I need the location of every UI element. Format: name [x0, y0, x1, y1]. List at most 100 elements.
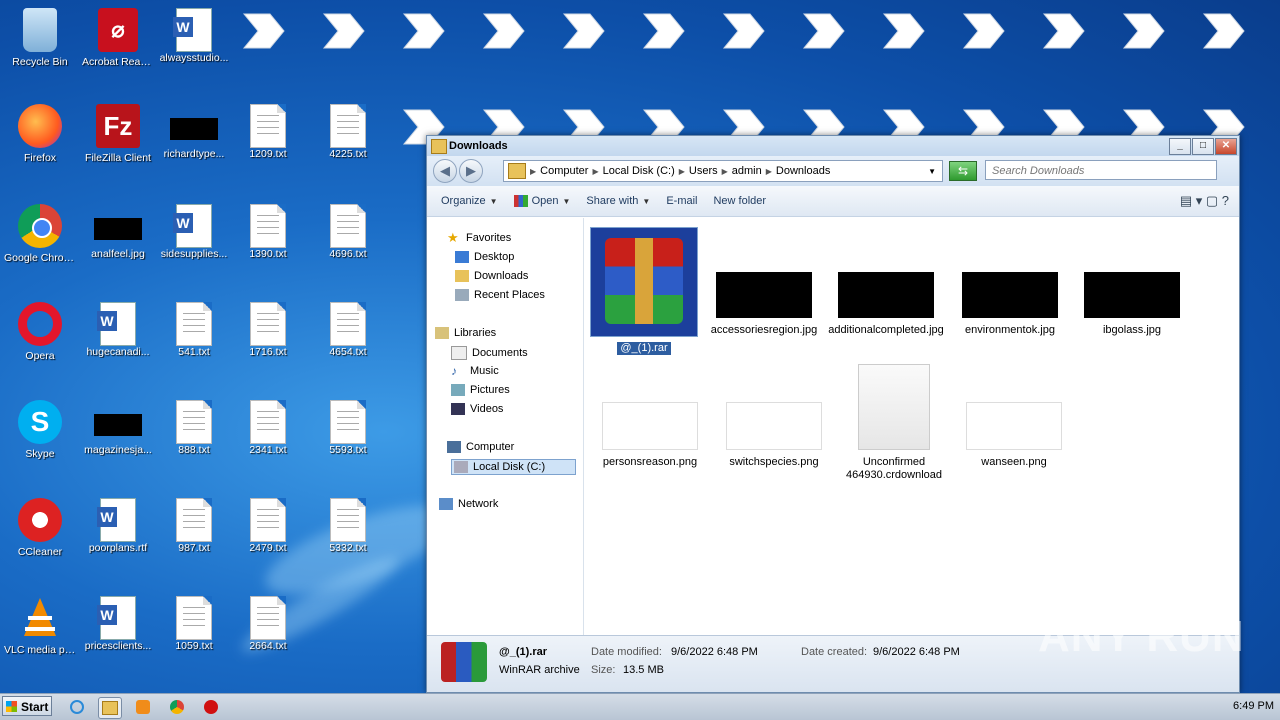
desktop-icon-txt[interactable]: 2341.txt	[232, 400, 304, 456]
image-thumbnail-icon	[94, 218, 142, 240]
search-input[interactable]: Search Downloads	[985, 160, 1217, 180]
detail-filename: @_(1).rar	[499, 646, 548, 658]
file-item[interactable]: accessoriesregion.jpg	[705, 272, 823, 337]
desktop-icon-doc[interactable]: Walwaysstudio...	[158, 8, 230, 64]
breadcrumb-local-disk[interactable]: Local Disk (C:)	[599, 165, 679, 177]
file-item[interactable]: Unconfirmed 464930.crdownload	[835, 364, 953, 482]
share-with-button[interactable]: Share with ▼	[578, 190, 658, 212]
file-item[interactable]: wanseen.png	[955, 402, 1073, 469]
chevron-down-icon[interactable]: ▼	[928, 167, 936, 176]
start-button[interactable]: Start	[2, 696, 52, 716]
desktop-icon-txt[interactable]: 888.txt	[158, 400, 230, 456]
desktop-icon-black[interactable]: analfeel.jpg	[82, 204, 154, 260]
desktop-icon-doc[interactable]: Wpoorplans.rtf	[82, 498, 154, 554]
nav-documents[interactable]: Documents	[451, 346, 528, 360]
glitch-arrow-icon	[880, 12, 928, 50]
refresh-button[interactable]: ⇆	[949, 161, 977, 181]
chrome-taskbar-icon[interactable]	[166, 697, 188, 717]
file-item[interactable]: switchspecies.png	[715, 402, 833, 469]
nav-network[interactable]: Network	[439, 498, 498, 510]
desktop-icon-txt[interactable]: 5332.txt	[312, 498, 384, 554]
desktop-icon-vlc[interactable]: VLC media player	[4, 596, 76, 656]
nav-favorites[interactable]: ★ Favorites	[447, 231, 511, 244]
detail-size: 13.5 MB	[623, 664, 664, 676]
breadcrumb-users[interactable]: Users	[685, 165, 722, 177]
desktop-icon-txt[interactable]: 987.txt	[158, 498, 230, 554]
desktop-icon-txt[interactable]: 4654.txt	[312, 302, 384, 358]
nav-local-disk[interactable]: Local Disk (C:)	[451, 459, 577, 475]
desktop-icon-filezilla[interactable]: Fz FileZilla Client	[82, 104, 154, 164]
desktop-icon-txt[interactable]: 4225.txt	[312, 104, 384, 160]
file-item[interactable]: ibgolass.jpg	[1073, 272, 1191, 337]
media-player-taskbar-icon[interactable]	[132, 697, 154, 717]
nav-downloads[interactable]: Downloads	[455, 270, 528, 282]
desktop-icon-ccleaner[interactable]: CCleaner	[4, 498, 76, 558]
desktop-icon-txt[interactable]: 2664.txt	[232, 596, 304, 652]
desktop-icon-skype[interactable]: S Skype	[4, 400, 76, 460]
new-folder-button[interactable]: New folder	[705, 190, 774, 212]
ie-taskbar-icon[interactable]	[66, 697, 88, 717]
desktop-icon-opera[interactable]: Opera	[4, 302, 76, 362]
back-button[interactable]: ◀	[433, 159, 457, 183]
desktop-icon-txt[interactable]: 5593.txt	[312, 400, 384, 456]
winrar-archive-icon	[441, 642, 487, 682]
nav-recent-places[interactable]: Recent Places	[455, 289, 545, 301]
breadcrumb-computer[interactable]: Computer	[536, 165, 592, 177]
email-button[interactable]: E-mail	[658, 190, 705, 212]
address-bar[interactable]: ▶ Computer ▶ Local Disk (C:) ▶ Users ▶ a…	[503, 160, 943, 182]
nav-computer[interactable]: Computer	[447, 441, 514, 453]
file-item[interactable]: environmentok.jpg	[951, 272, 1069, 337]
folder-icon	[508, 163, 526, 179]
blank-file-icon	[858, 364, 930, 450]
desktop-icon-chrome[interactable]: Google Chrome	[4, 204, 76, 264]
explorer-taskbar-icon[interactable]	[98, 697, 122, 719]
desktop-icon-txt[interactable]: 4696.txt	[312, 204, 384, 260]
close-button[interactable]: ✕	[1215, 138, 1237, 155]
text-file-icon	[250, 302, 286, 346]
nav-libraries[interactable]: Libraries	[435, 327, 496, 339]
open-button[interactable]: Open ▼	[506, 190, 579, 212]
maximize-button[interactable]: □	[1192, 138, 1214, 155]
organize-button[interactable]: Organize ▼	[433, 190, 506, 212]
word-document-icon: W	[97, 596, 136, 640]
title-bar[interactable]: Downloads _ □ ✕	[427, 136, 1239, 156]
nav-videos[interactable]: Videos	[451, 403, 503, 415]
file-name: ibgolass.jpg	[1102, 324, 1162, 336]
minimize-button[interactable]: _	[1169, 138, 1191, 155]
breadcrumb-admin[interactable]: admin	[728, 165, 766, 177]
view-options-icon[interactable]: ▤ ▾ ▢ ?	[1180, 193, 1229, 209]
nav-label: Documents	[472, 347, 528, 359]
desktop-icon-black[interactable]: magazinesja...	[82, 400, 154, 456]
file-item[interactable]: @_(1).rar	[585, 227, 703, 355]
folder-icon	[431, 139, 447, 154]
desktop-icon-doc[interactable]: Wpricesclients...	[82, 596, 154, 652]
desktop-icon-txt[interactable]: 1716.txt	[232, 302, 304, 358]
explorer-window[interactable]: Downloads _ □ ✕ ◀ ▶ ▶ Computer ▶ Local D…	[426, 135, 1240, 693]
desktop-icon-txt[interactable]: 1209.txt	[232, 104, 304, 160]
desktop-icon-txt[interactable]: 541.txt	[158, 302, 230, 358]
desktop-icon-txt[interactable]: 2479.txt	[232, 498, 304, 554]
nav-pictures[interactable]: Pictures	[451, 384, 510, 396]
videos-icon	[451, 403, 465, 415]
desktop-icon-txt[interactable]: 1059.txt	[158, 596, 230, 652]
desktop-icon-doc[interactable]: Whugecanadi...	[82, 302, 154, 358]
desktop-icon-firefox[interactable]: Firefox	[4, 104, 76, 164]
desktop-icon-recycle[interactable]: Recycle Bin	[4, 8, 76, 68]
forward-button[interactable]: ▶	[459, 159, 483, 183]
anyrun-watermark: ANY RUN	[1038, 612, 1245, 661]
desktop-icon-acrobat[interactable]: ⌀ Acrobat Reader DC	[82, 8, 154, 68]
system-clock[interactable]: 6:49 PM	[1233, 700, 1274, 712]
desktop-icon-black[interactable]: richardtype...	[158, 104, 230, 160]
image-thumbnail-icon	[726, 402, 822, 450]
breadcrumb-downloads[interactable]: Downloads	[772, 165, 834, 177]
text-file-icon	[250, 596, 286, 640]
nav-desktop[interactable]: Desktop	[455, 251, 514, 263]
file-item[interactable]: personsreason.png	[591, 402, 709, 469]
recent-places-icon	[455, 289, 469, 301]
desktop-icon-doc[interactable]: Wsidesupplies...	[158, 204, 230, 260]
nav-music[interactable]: ♪ Music	[451, 365, 499, 377]
desktop-icon-label: CCleaner	[17, 546, 63, 558]
file-item[interactable]: additionalcompleted.jpg	[827, 272, 945, 337]
desktop-icon-txt[interactable]: 1390.txt	[232, 204, 304, 260]
antivirus-taskbar-icon[interactable]	[200, 697, 222, 717]
